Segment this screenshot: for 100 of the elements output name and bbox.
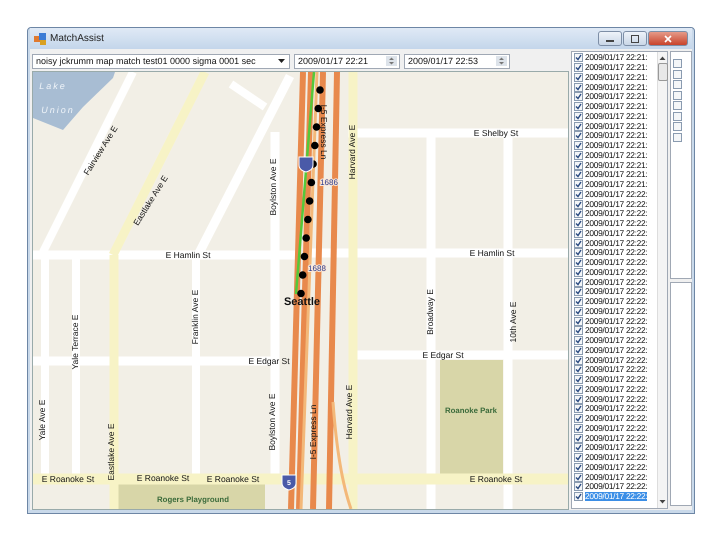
timestamp-item[interactable]: 2009/01/17 22:22: bbox=[585, 404, 648, 414]
timestamp-item[interactable]: 2009/01/17 22:22: bbox=[585, 434, 648, 443]
checkbox[interactable] bbox=[574, 112, 583, 121]
checkbox[interactable] bbox=[574, 297, 583, 306]
timestamp-item[interactable]: 2009/01/17 22:21: bbox=[585, 112, 648, 121]
timestamp-item[interactable]: 2009/01/17 22:21: bbox=[585, 72, 648, 82]
timestamp-item[interactable]: 2009/01/17 22:22: bbox=[585, 472, 648, 482]
timestamp-item[interactable]: 2009/01/17 22:22: bbox=[585, 326, 648, 336]
checkbox[interactable] bbox=[574, 453, 583, 462]
checkbox[interactable] bbox=[574, 434, 583, 443]
checkbox[interactable] bbox=[574, 150, 583, 160]
checkbox[interactable] bbox=[574, 248, 583, 258]
checkbox[interactable] bbox=[574, 72, 583, 82]
timestamp-item[interactable]: 2009/01/17 22:22: bbox=[585, 278, 648, 287]
timestamp-item[interactable]: 2009/01/17 22:22: bbox=[585, 297, 648, 306]
timestamp-item[interactable]: 2009/01/17 22:22: bbox=[585, 356, 648, 365]
checkbox[interactable] bbox=[574, 278, 583, 287]
timestamp-item[interactable]: 2009/01/17 22:22: bbox=[585, 228, 648, 238]
timestamp-item[interactable]: 2009/01/17 22:22: bbox=[585, 462, 648, 472]
checkbox[interactable] bbox=[574, 424, 583, 433]
scroll-bar[interactable] bbox=[657, 52, 668, 508]
timestamp-item[interactable]: 2009/01/17 22:22: bbox=[585, 306, 648, 316]
checkbox[interactable] bbox=[574, 365, 583, 374]
timestamp-item[interactable]: 2009/01/17 22:22: bbox=[585, 248, 648, 258]
checkbox[interactable] bbox=[673, 112, 682, 120]
checkbox[interactable] bbox=[574, 228, 583, 238]
timestamp-item[interactable]: 2009/01/17 22:22: bbox=[585, 414, 648, 424]
timestamp-item[interactable]: 2009/01/17 22:21: bbox=[585, 160, 648, 170]
checkbox[interactable] bbox=[574, 219, 583, 228]
end-time-picker[interactable]: 2009/01/17 22:53 bbox=[404, 54, 510, 68]
timestamp-item[interactable]: 2009/01/17 22:22: bbox=[585, 384, 648, 394]
timestamp-item[interactable]: 2009/01/17 22:22: bbox=[585, 394, 648, 404]
timestamp-item[interactable]: 2009/01/17 22:22: bbox=[585, 482, 648, 492]
checkbox[interactable] bbox=[574, 258, 583, 268]
checkbox[interactable] bbox=[673, 70, 682, 78]
timestamp-item[interactable]: 2009/01/17 22:22: bbox=[585, 316, 648, 326]
timestamp-item[interactable]: 2009/01/17 22:21: bbox=[585, 82, 648, 92]
maximize-button[interactable] bbox=[623, 31, 647, 46]
checkbox[interactable] bbox=[574, 375, 583, 384]
checkbox[interactable] bbox=[673, 122, 682, 131]
timestamp-item[interactable]: 2009/01/17 22:22: bbox=[585, 375, 648, 384]
checkbox[interactable] bbox=[574, 472, 583, 482]
timestamp-item[interactable]: 2009/01/17 22:22: bbox=[585, 258, 648, 268]
checkbox[interactable] bbox=[574, 326, 583, 336]
checkbox[interactable] bbox=[574, 287, 583, 296]
checkbox[interactable] bbox=[574, 384, 583, 394]
checkbox[interactable] bbox=[574, 209, 583, 218]
checkbox[interactable] bbox=[673, 59, 682, 68]
checkbox[interactable] bbox=[673, 80, 682, 89]
checkbox[interactable] bbox=[574, 316, 583, 326]
timestamp-item[interactable]: 2009/01/17 22:22: bbox=[585, 238, 648, 248]
checkbox[interactable] bbox=[574, 336, 583, 346]
checkbox[interactable] bbox=[574, 102, 583, 112]
checkbox[interactable] bbox=[574, 82, 583, 92]
checkbox[interactable] bbox=[574, 346, 583, 355]
checkbox[interactable] bbox=[574, 170, 583, 180]
timestamp-item[interactable]: 2009/01/17 22:21: bbox=[585, 102, 648, 112]
timestamp-item[interactable]: 2009/01/17 22:21: bbox=[585, 170, 648, 180]
checkbox[interactable] bbox=[574, 63, 583, 72]
checkbox[interactable] bbox=[574, 53, 583, 62]
timestamp-item[interactable]: 2009/01/17 22:22: bbox=[585, 209, 648, 218]
dataset-dropdown[interactable]: noisy jckrumm map match test01 0000 sigma 0001 sec bbox=[32, 54, 290, 68]
timestamp-item[interactable]: 2009/01/17 22:21: bbox=[585, 53, 648, 62]
checkbox[interactable] bbox=[574, 131, 583, 140]
timestamp-item[interactable]: 2009/01/17 22:21: bbox=[585, 63, 648, 72]
checkbox[interactable] bbox=[574, 443, 583, 452]
checkbox[interactable] bbox=[574, 180, 583, 190]
checkbox[interactable] bbox=[574, 356, 583, 365]
timestamp-item[interactable]: 2009/01/17 22:22: bbox=[585, 219, 648, 228]
checkbox[interactable] bbox=[673, 101, 682, 110]
timestamp-item[interactable]: 2009/01/17 22:22: bbox=[585, 443, 648, 452]
checkbox[interactable] bbox=[574, 462, 583, 472]
checkbox[interactable] bbox=[574, 238, 583, 248]
checkbox[interactable] bbox=[574, 92, 583, 102]
checkbox[interactable] bbox=[574, 190, 583, 199]
checkbox[interactable] bbox=[574, 141, 583, 150]
timestamp-item[interactable]: 2009/01/17 22:21: bbox=[585, 131, 648, 140]
timestamp-item[interactable]: 2009/01/17 22:21: bbox=[585, 180, 648, 190]
timestamp-item[interactable]: 2009/01/17 22:22: bbox=[585, 200, 648, 209]
checkbox[interactable] bbox=[574, 482, 583, 492]
timestamp-item[interactable]: 2009/01/17 22:22: bbox=[585, 268, 648, 277]
checkbox[interactable] bbox=[574, 492, 583, 502]
checkbox[interactable] bbox=[574, 404, 583, 414]
start-time-picker[interactable]: 2009/01/17 22:21 bbox=[294, 54, 400, 68]
timestamp-item[interactable]: 2009/01/17 22:21: bbox=[585, 150, 648, 160]
checkbox[interactable] bbox=[574, 200, 583, 209]
close-button[interactable] bbox=[648, 31, 688, 46]
timestamp-item[interactable]: 2009/01/17 22:22: bbox=[585, 365, 648, 374]
scroll-thumb[interactable] bbox=[658, 63, 668, 81]
timestamp-item[interactable]: 2009/01/17 22:22: bbox=[585, 424, 648, 433]
checkbox[interactable] bbox=[574, 160, 583, 170]
timestamp-item[interactable]: 2009/01/17 22:21: bbox=[585, 141, 648, 150]
timestamp-item[interactable]: 2009/01/17 22:22: bbox=[585, 287, 648, 296]
timestamp-item[interactable]: 2009/01/17 22:22: bbox=[585, 336, 648, 346]
checkbox[interactable] bbox=[574, 268, 583, 277]
timestamp-item[interactable]: 2009/01/17 22:22: bbox=[585, 453, 648, 462]
minimize-button[interactable] bbox=[598, 31, 622, 46]
checkbox[interactable] bbox=[673, 90, 682, 100]
checkbox[interactable] bbox=[574, 394, 583, 404]
timestamp-item[interactable]: 2009/01/17 22:21: bbox=[585, 122, 648, 131]
